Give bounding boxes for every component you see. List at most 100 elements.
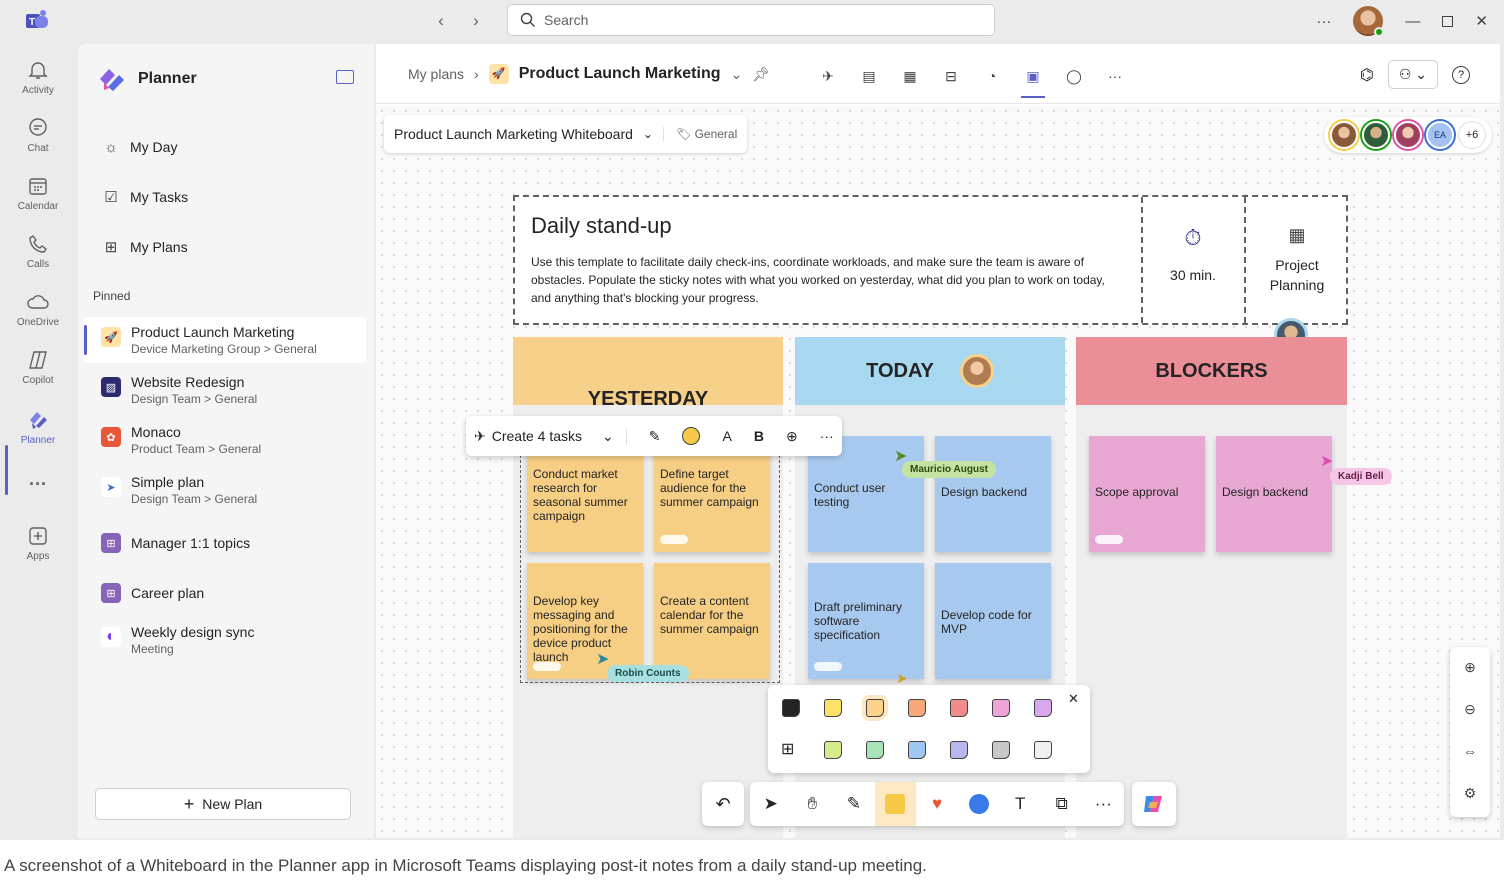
plan-item-simple-plan[interactable]: ➤ Simple plan Design Team > General bbox=[84, 467, 366, 513]
user-avatar[interactable] bbox=[1353, 6, 1385, 37]
note-reactions[interactable] bbox=[533, 662, 561, 671]
sticky-note[interactable]: Design backend bbox=[1216, 436, 1332, 552]
copilot-icon[interactable]: ⌬ bbox=[1360, 65, 1374, 85]
plan-item-career-plan[interactable]: ⊞ Career plan bbox=[84, 575, 366, 621]
nav-my-day[interactable]: ☼ My Day bbox=[102, 138, 177, 156]
collapse-sidebar-button[interactable] bbox=[336, 70, 354, 84]
reaction-tool[interactable]: ♥ bbox=[916, 782, 958, 826]
note-color-gray[interactable] bbox=[992, 741, 1010, 759]
copilot-button[interactable] bbox=[1132, 782, 1176, 826]
chevron-down-icon[interactable]: ⌄ bbox=[731, 66, 743, 83]
forward-button[interactable]: › bbox=[465, 10, 487, 32]
sticky-note[interactable]: Create a content calendar for the summer… bbox=[654, 563, 770, 679]
color-picker-button[interactable] bbox=[682, 427, 701, 445]
back-button[interactable]: ‹ bbox=[430, 10, 452, 32]
whiteboard-canvas[interactable]: Product Launch Marketing Whiteboard ⌄ 🏷︎… bbox=[376, 105, 1500, 838]
shape-tool[interactable] bbox=[958, 782, 1000, 826]
nav-my-tasks[interactable]: ☑ My Tasks bbox=[102, 188, 188, 206]
grid-view-icon[interactable]: ▦ bbox=[898, 64, 922, 88]
pen-icon[interactable]: ✎ bbox=[649, 428, 661, 445]
whiteboard-tab-icon[interactable]: ▣ bbox=[1021, 64, 1045, 98]
note-color-orange[interactable] bbox=[908, 699, 926, 717]
note-color-lavender[interactable] bbox=[950, 741, 968, 759]
hand-tool[interactable]: ✋︎ bbox=[792, 782, 834, 826]
close-icon[interactable]: ✕ bbox=[1068, 691, 1079, 707]
help-icon[interactable]: ? bbox=[1452, 65, 1470, 84]
more-options-button[interactable]: ··· bbox=[1316, 13, 1331, 30]
maximize-icon[interactable] bbox=[1442, 15, 1454, 27]
rail-activity[interactable]: Activity bbox=[0, 58, 76, 96]
board-view-icon[interactable]: ⊟ bbox=[939, 64, 963, 88]
sticky-note-tool[interactable] bbox=[874, 782, 917, 826]
chat-tab-icon[interactable]: ◯ bbox=[1062, 64, 1086, 88]
rail-more[interactable]: ··· bbox=[0, 474, 76, 495]
pen-tool[interactable]: ✎ bbox=[833, 782, 875, 826]
fit-to-screen-icon[interactable]: ⇔ bbox=[1450, 743, 1490, 759]
note-reactions[interactable] bbox=[1095, 535, 1123, 544]
sticky-note[interactable]: Design backend bbox=[935, 436, 1051, 552]
plan-item-website-redesign[interactable]: ▨ Website Redesign Design Team > General bbox=[84, 367, 366, 413]
plan-item-monaco[interactable]: ✿ Monaco Product Team > General bbox=[84, 417, 366, 463]
zoom-out-icon[interactable]: ⊖ bbox=[1450, 701, 1490, 718]
plan-item-manager-topics[interactable]: ⊞ Manager 1:1 topics bbox=[84, 525, 366, 571]
note-color-green[interactable] bbox=[866, 741, 884, 759]
chevron-down-icon[interactable]: ⌄ bbox=[643, 127, 653, 141]
nav-my-plans[interactable]: ⊞ My Plans bbox=[102, 238, 188, 256]
note-reactions[interactable] bbox=[660, 535, 688, 544]
more-tools[interactable]: ··· bbox=[1083, 782, 1125, 826]
note-color-blue[interactable] bbox=[908, 741, 926, 759]
shapes-tool[interactable]: ⧉ bbox=[1041, 782, 1083, 826]
rail-calendar[interactable]: Calendar bbox=[0, 174, 76, 212]
rail-planner[interactable]: Planner bbox=[0, 408, 76, 446]
rocket-view-icon[interactable]: ✈ bbox=[816, 64, 840, 88]
add-reaction-icon[interactable]: ⊕ bbox=[786, 428, 798, 445]
close-icon[interactable]: ✕ bbox=[1475, 12, 1488, 30]
rail-apps[interactable]: Apps bbox=[0, 524, 76, 562]
note-color-light-orange[interactable] bbox=[866, 699, 884, 717]
collaborators[interactable]: EA +6 bbox=[1324, 117, 1492, 153]
bold-button[interactable]: B bbox=[754, 428, 764, 444]
note-color-black[interactable] bbox=[782, 699, 800, 717]
column-blockers-header[interactable]: BLOCKERS bbox=[1076, 337, 1347, 405]
sticky-note[interactable]: Scope approval bbox=[1089, 436, 1205, 552]
note-color-white[interactable] bbox=[1034, 741, 1052, 759]
channel-tag[interactable]: 🏷︎ General bbox=[662, 127, 737, 141]
rail-copilot[interactable]: Copilot bbox=[0, 348, 76, 386]
standup-template-frame[interactable]: Daily stand-up Use this template to faci… bbox=[513, 195, 1348, 325]
rail-calls[interactable]: Calls bbox=[0, 232, 76, 270]
select-tool[interactable]: ➤ bbox=[750, 782, 792, 826]
note-color-lime[interactable] bbox=[824, 741, 842, 759]
plan-item-product-launch[interactable]: 🚀 Product Launch Marketing Device Marketi… bbox=[84, 317, 366, 363]
breadcrumb-my-plans[interactable]: My plans bbox=[408, 66, 464, 82]
grid-icon[interactable]: ⊞ bbox=[781, 739, 794, 759]
share-members-button[interactable]: ⚇ ⌄ bbox=[1387, 60, 1438, 89]
undo-button[interactable]: ↶ bbox=[702, 782, 744, 826]
plan-title[interactable]: Product Launch Marketing bbox=[519, 65, 721, 83]
create-tasks-button[interactable]: ✈ Create 4 tasks ⌄ bbox=[474, 427, 627, 445]
note-color-purple[interactable] bbox=[1034, 699, 1052, 717]
more-tabs-icon[interactable]: ··· bbox=[1103, 64, 1127, 88]
whiteboard-title[interactable]: Product Launch Marketing Whiteboard bbox=[394, 126, 633, 142]
column-today-header[interactable]: TODAY bbox=[795, 337, 1065, 405]
zoom-in-icon[interactable]: ⊕ bbox=[1450, 659, 1490, 676]
text-tool[interactable]: T bbox=[999, 782, 1041, 826]
more-collaborators[interactable]: +6 bbox=[1458, 121, 1486, 149]
chart-view-icon[interactable]: ◔ bbox=[980, 64, 1004, 88]
rail-onedrive[interactable]: OneDrive bbox=[0, 290, 76, 328]
column-yesterday-header[interactable]: YESTERDAY bbox=[513, 337, 783, 405]
sticky-note[interactable]: Draft preliminary software specification bbox=[808, 563, 924, 679]
settings-gear-icon[interactable]: ⚙ bbox=[1450, 785, 1490, 802]
list-view-icon[interactable]: ▤ bbox=[857, 64, 881, 88]
teams-logo-icon[interactable]: T bbox=[24, 9, 50, 33]
search-box[interactable]: Search bbox=[507, 4, 995, 36]
sticky-note[interactable]: Develop key messaging and positioning fo… bbox=[527, 563, 643, 679]
note-reactions[interactable] bbox=[814, 662, 842, 671]
minimize-icon[interactable]: — bbox=[1405, 13, 1420, 30]
note-color-pink[interactable] bbox=[992, 699, 1010, 717]
more-options-icon[interactable]: ··· bbox=[820, 428, 834, 444]
sticky-note[interactable]: Develop code for MVP bbox=[935, 563, 1051, 679]
note-color-red[interactable] bbox=[950, 699, 968, 717]
pin-icon[interactable]: 📌︎ bbox=[752, 66, 770, 83]
plan-item-weekly-design-sync[interactable]: ◐ Weekly design sync Meeting bbox=[84, 617, 366, 663]
chevron-down-icon[interactable]: ⌄ bbox=[602, 428, 614, 445]
